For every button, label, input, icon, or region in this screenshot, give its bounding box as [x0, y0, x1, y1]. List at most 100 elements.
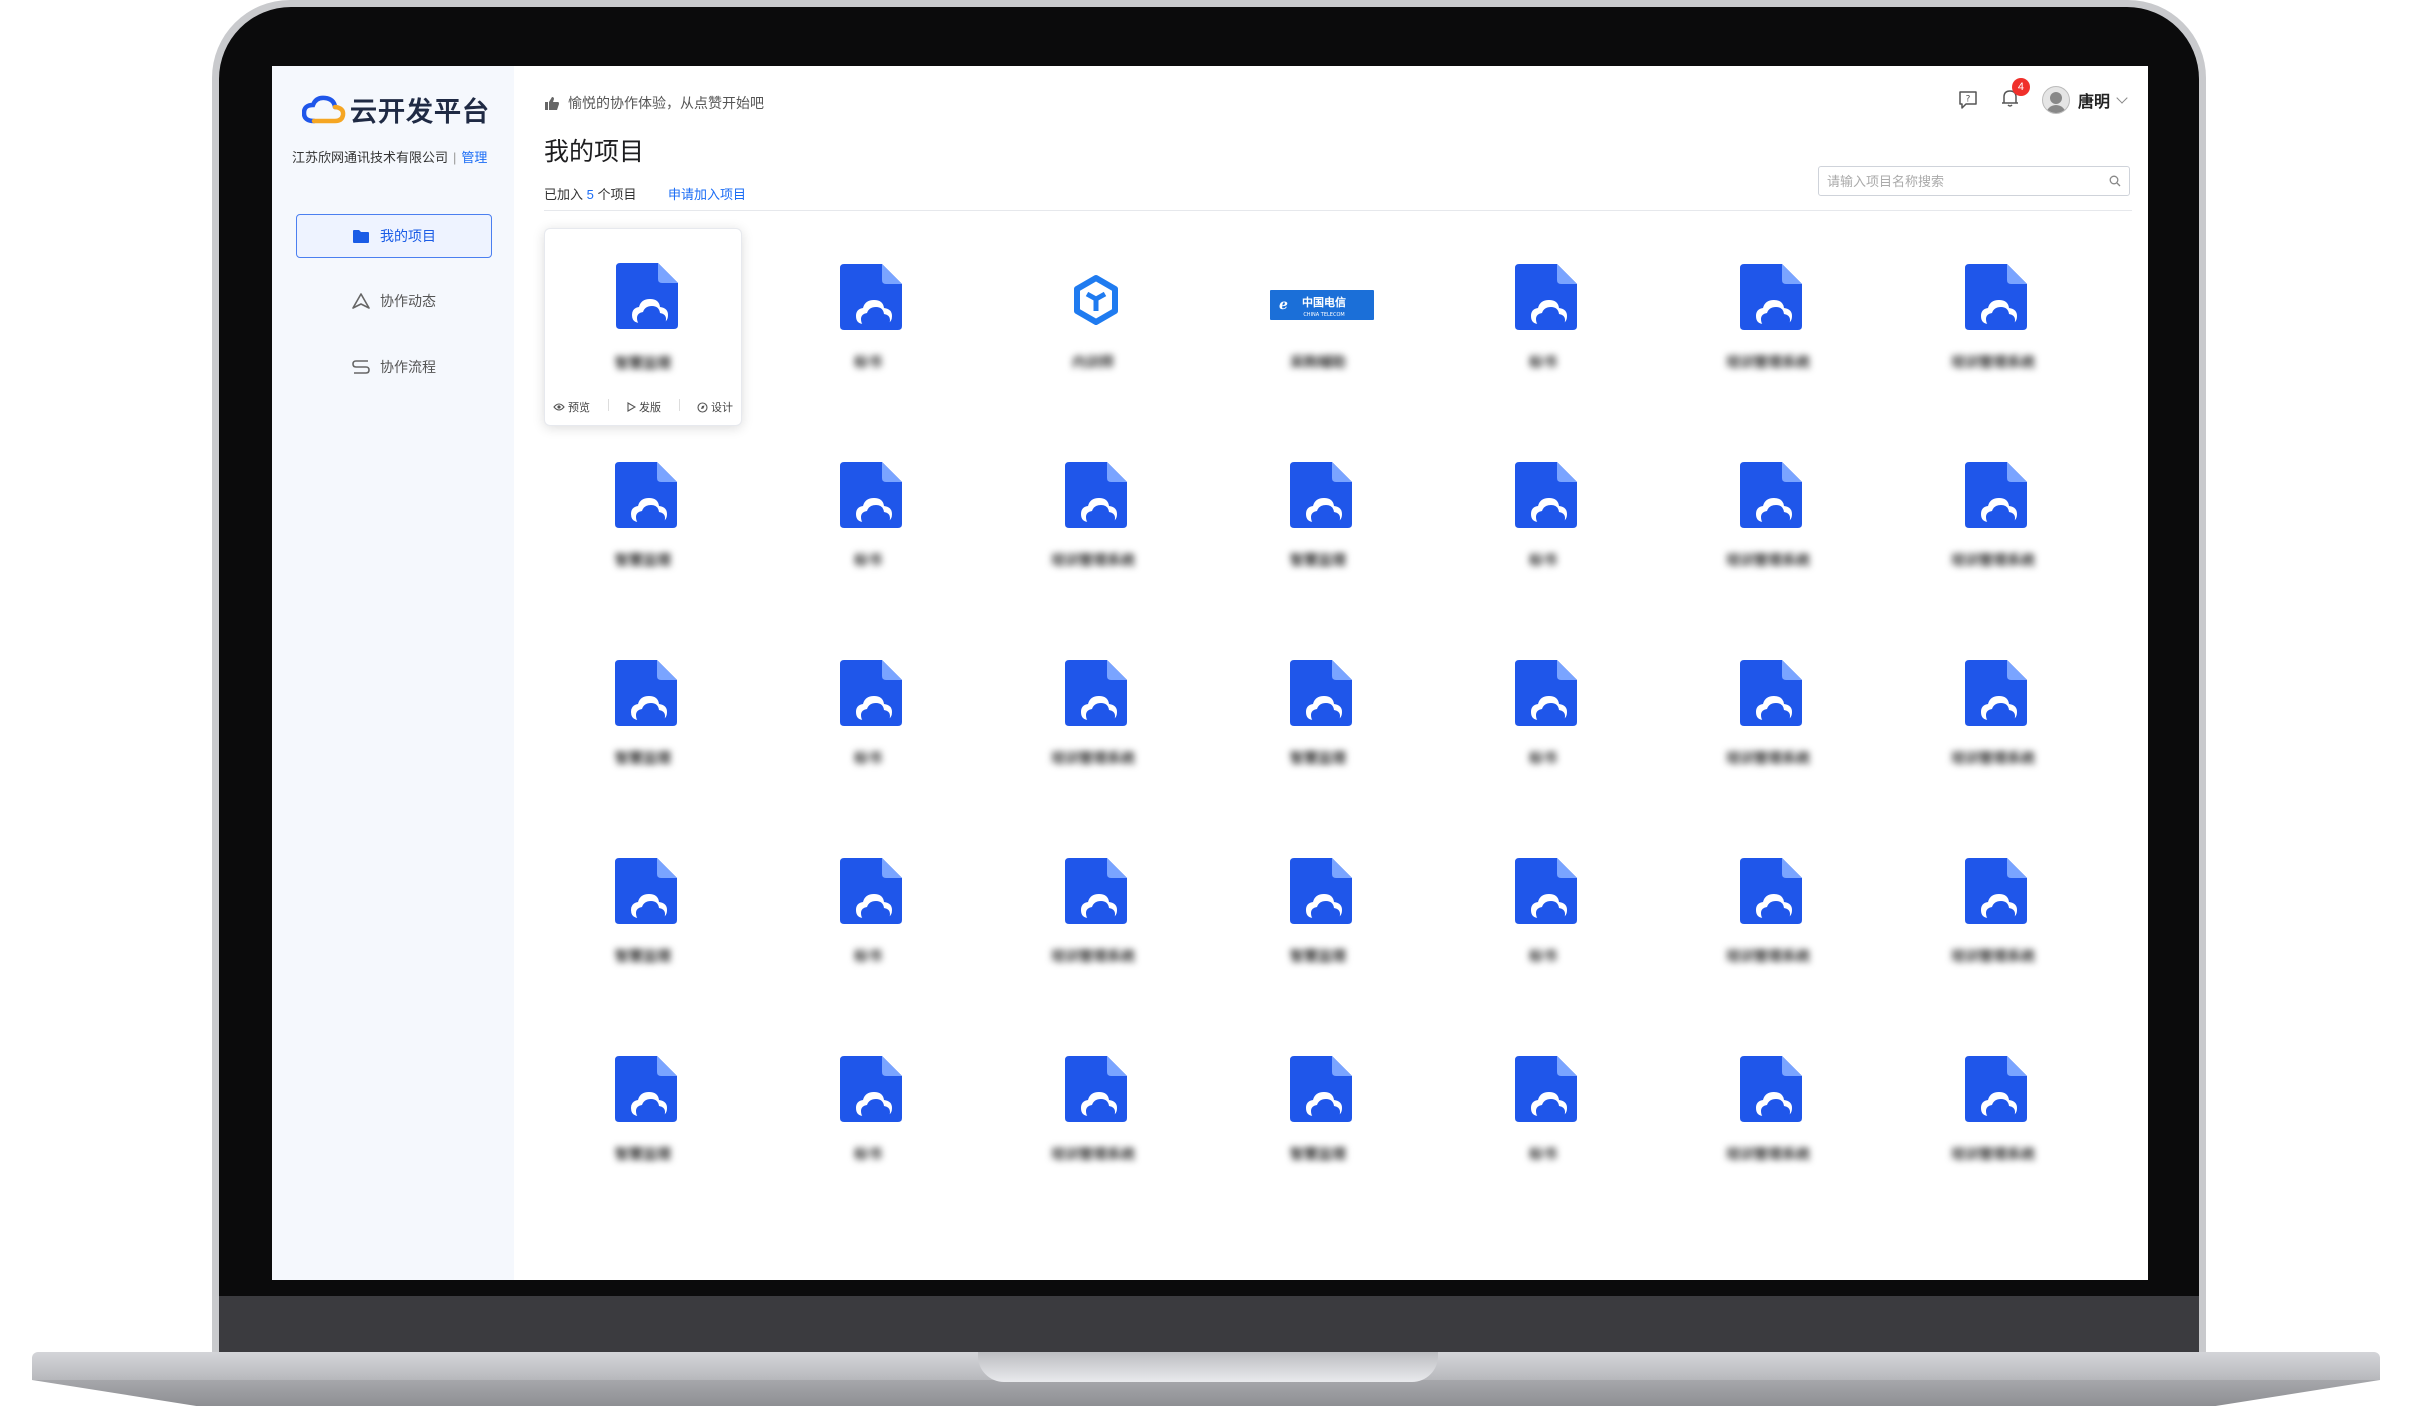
project-file-icon — [838, 1056, 904, 1124]
project-card[interactable]: 培训管理系统 — [994, 624, 1192, 822]
project-card[interactable]: 标书 — [769, 1020, 967, 1218]
china-telecom-logo: ℯ 中国电信 CHINA TELECOM — [1270, 264, 1374, 332]
project-name: 培训管理系统 — [1951, 1146, 2035, 1162]
project-name: 标书 — [854, 750, 882, 766]
publish-button[interactable]: 发版 — [626, 399, 661, 415]
feedback-icon[interactable]: ? — [1958, 90, 1978, 110]
apply-join-link[interactable]: 申请加入项目 — [668, 184, 746, 203]
avatar — [2041, 86, 2070, 114]
svg-text:?: ? — [1966, 95, 1971, 105]
cube-logo-icon — [1063, 264, 1129, 332]
project-card[interactable]: 标书 — [1444, 624, 1642, 822]
sidebar-item-flow[interactable]: 协作流程 — [296, 345, 492, 389]
sidebar-item-my-projects[interactable]: 我的项目 — [296, 214, 492, 258]
project-file-icon — [1963, 1056, 2029, 1124]
project-name: 培训管理系统 — [1051, 1146, 1135, 1162]
project-card[interactable]: 内训师 — [994, 228, 1192, 426]
project-name: 内训师 — [1072, 354, 1114, 370]
project-card[interactable]: 智慧监理 — [544, 822, 742, 1020]
project-file-icon — [1513, 858, 1579, 926]
project-card[interactable]: 标书 — [769, 228, 967, 426]
user-menu[interactable]: 唐明 — [2041, 86, 2128, 114]
project-card[interactable]: 培训管理系统 — [994, 1020, 1192, 1218]
preview-label: 预览 — [568, 402, 590, 414]
project-file-icon — [838, 858, 904, 926]
action-divider — [607, 399, 609, 411]
project-card[interactable]: 培训管理系统 — [1669, 624, 1867, 822]
project-name: 智慧监理 — [615, 750, 671, 766]
project-card[interactable]: 标书 — [769, 822, 967, 1020]
project-name: 培训管理系统 — [1051, 750, 1135, 766]
project-file-icon — [1738, 1056, 1804, 1124]
project-card[interactable]: 智慧监理 — [544, 426, 742, 624]
project-card[interactable]: 培训管理系统 — [1669, 822, 1867, 1020]
project-card[interactable]: 智慧监理 — [544, 1020, 742, 1218]
sidebar-item-activity[interactable]: 协作动态 — [296, 279, 492, 323]
project-card[interactable]: 培训管理系统 — [1894, 624, 2092, 822]
project-name: 标书 — [1529, 354, 1557, 370]
project-card[interactable]: 标书 — [1444, 1020, 1642, 1218]
project-file-icon — [1288, 462, 1354, 530]
project-card[interactable]: 标书 — [769, 624, 967, 822]
project-card[interactable]: 标书 — [1444, 426, 1642, 624]
project-card[interactable]: 培训管理系统 — [994, 822, 1192, 1020]
app-logo[interactable]: 云开发平台 — [302, 90, 490, 129]
project-card[interactable]: 培训管理系统 — [994, 426, 1192, 624]
project-card[interactable]: 培训管理系统 — [1894, 822, 2092, 1020]
project-name: 智慧监理 — [615, 552, 671, 568]
project-file-icon — [1288, 660, 1354, 728]
project-file-icon — [1738, 462, 1804, 530]
project-card[interactable]: ℯ 中国电信 CHINA TELECOM 采购辅助 — [1219, 228, 1417, 426]
project-card[interactable]: 培训管理系统 — [1894, 1020, 2092, 1218]
logo-text: 云开发平台 — [350, 97, 490, 127]
project-grid: 智慧监理 预览 发版 设计 标书 内训师 ℯ 中国电信 CHINA TELECOM 采购辅助 标书培… — [544, 228, 2132, 1218]
project-card[interactable]: 智慧监理 — [544, 624, 742, 822]
project-file-icon — [1063, 462, 1129, 530]
joined-suffix: 个项目 — [597, 187, 637, 202]
search-input[interactable] — [1827, 173, 2097, 189]
project-card[interactable]: 标书 — [1444, 822, 1642, 1020]
laptop-chin — [219, 1296, 2199, 1352]
header-toolbar: ? 4 唐明 — [1958, 77, 2128, 114]
project-card[interactable]: 智慧监理 — [1219, 426, 1417, 624]
triangle-nav-icon — [352, 293, 370, 309]
project-name: 培训管理系统 — [1726, 948, 1810, 964]
project-file-icon — [1963, 858, 2029, 926]
company-name: 江苏欣网通讯技术有限公司 — [292, 150, 449, 165]
project-card[interactable]: 培训管理系统 — [1894, 228, 2092, 426]
laptop-base-bottom — [32, 1380, 2380, 1406]
sidebar-item-label: 协作流程 — [380, 359, 436, 375]
search-icon[interactable] — [2109, 175, 2121, 187]
project-card[interactable]: 标书 — [769, 426, 967, 624]
project-card[interactable]: 标书 — [1444, 228, 1642, 426]
project-name: 培训管理系统 — [1951, 750, 2035, 766]
project-file-icon — [838, 264, 904, 332]
project-card[interactable]: 培训管理系统 — [1669, 1020, 1867, 1218]
sidebar-item-label: 协作动态 — [380, 293, 436, 309]
project-name: 标书 — [1529, 948, 1557, 964]
project-name: 标书 — [1529, 750, 1557, 766]
design-label: 设计 — [711, 402, 733, 414]
project-card[interactable]: 培训管理系统 — [1669, 228, 1867, 426]
chevron-down-icon — [2116, 92, 2128, 104]
project-card[interactable]: 培训管理系统 — [1669, 426, 1867, 624]
preview-button[interactable]: 预览 — [553, 399, 590, 415]
project-card[interactable]: 智慧监理 — [1219, 1020, 1417, 1218]
project-name: 智慧监理 — [615, 355, 671, 371]
slogan-bar: 愉悦的协作体验，从点赞开始吧 — [544, 93, 764, 113]
notification-button[interactable]: 4 — [2000, 77, 2030, 113]
play-icon — [627, 402, 636, 412]
project-name: 标书 — [854, 552, 882, 568]
project-card[interactable]: 智慧监理 — [1219, 822, 1417, 1020]
project-name: 智慧监理 — [1290, 1146, 1346, 1162]
project-card[interactable]: 培训管理系统 — [1894, 426, 2092, 624]
project-name: 培训管理系统 — [1051, 948, 1135, 964]
project-name: 培训管理系统 — [1951, 354, 2035, 370]
thumbs-up-icon[interactable] — [544, 96, 560, 111]
project-file-icon — [1288, 858, 1354, 926]
manage-link[interactable]: 管理 — [461, 150, 487, 165]
design-button[interactable]: 设计 — [697, 399, 733, 415]
project-card[interactable]: 智慧监理预览 发版 设计 — [544, 228, 742, 426]
project-card[interactable]: 智慧监理 — [1219, 624, 1417, 822]
project-file-icon — [613, 858, 679, 926]
